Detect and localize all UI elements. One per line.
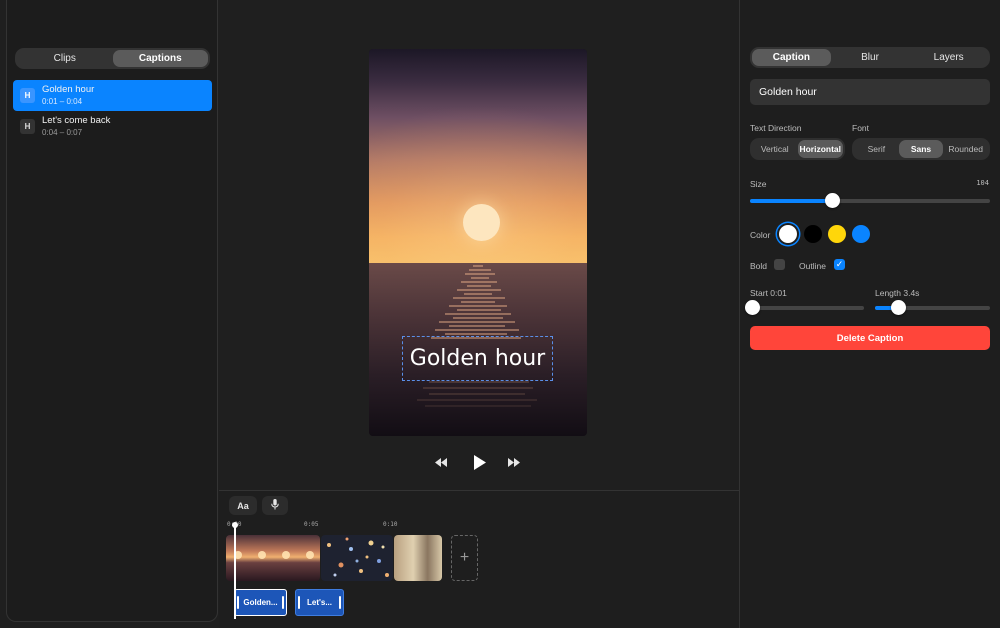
font-sans[interactable]: Sans [898,140,944,158]
playback-controls [219,453,739,471]
heading-icon: H [20,119,35,134]
color-swatch-black[interactable] [804,225,822,243]
outline-checkbox[interactable]: ✓ [834,259,845,270]
outline-label: Outline [799,261,826,271]
fast-forward-icon[interactable] [507,455,521,469]
caption-title: Let's come back [42,115,111,126]
playhead[interactable] [232,522,238,619]
inspector-panel: Caption Blur Layers Golden hour Text Dir… [739,0,1000,628]
bold-checkbox[interactable] [774,259,785,270]
length-slider[interactable] [875,300,990,315]
text-direction-label: Text Direction [750,123,802,133]
timeline-tick: 0:05 [304,521,319,528]
caption-list-item[interactable]: H Golden hour 0:01 – 0:04 [13,80,212,111]
trim-handle-left[interactable] [298,596,300,609]
left-tab-switcher: Clips Captions [15,48,210,69]
caption-title: Golden hour [42,84,95,95]
tab-caption[interactable]: Caption [752,49,831,66]
tab-captions[interactable]: Captions [112,50,208,67]
size-value: 104 [976,179,989,187]
preview-area: Golden hour [219,0,739,490]
video-preview[interactable]: Golden hour [369,49,587,436]
add-text-button[interactable]: Aa [229,496,257,515]
tab-layers[interactable]: Layers [909,49,988,66]
tab-blur[interactable]: Blur [831,49,910,66]
microphone-button[interactable] [262,496,288,515]
size-slider-knob[interactable] [825,193,840,208]
font-picker: Serif Sans Rounded [852,138,990,160]
direction-horizontal[interactable]: Horizontal [797,140,843,158]
color-swatch-yellow[interactable] [828,225,846,243]
font-label: Font [852,123,870,133]
add-clip-button[interactable]: + [451,535,478,581]
start-slider[interactable] [745,300,864,315]
length-slider-knob[interactable] [891,300,906,315]
text-direction-picker: Vertical Horizontal [750,138,845,160]
tab-clips[interactable]: Clips [17,50,113,67]
video-clip-sunset[interactable] [226,535,320,581]
caption-overlay-text: Golden hour [409,346,546,371]
trim-handle-right[interactable] [339,596,341,609]
checkmark-icon: ✓ [835,259,844,269]
caption-overlay[interactable]: Golden hour [402,336,553,381]
microphone-icon [271,499,279,512]
color-swatch-blue[interactable] [852,225,870,243]
caption-clip-label: Let's... [306,598,333,607]
timeline-tick: 0:10 [383,521,398,528]
color-label: Color [750,230,771,240]
font-serif[interactable]: Serif [854,140,899,158]
direction-vertical[interactable]: Vertical [752,140,798,158]
size-label: Size [750,179,767,189]
caption-time: 0:01 – 0:04 [42,97,83,106]
caption-clip-label: Golden... [243,598,278,607]
heading-icon: H [20,88,35,103]
font-rounded[interactable]: Rounded [943,140,988,158]
rewind-icon[interactable] [434,455,448,469]
caption-list-item[interactable]: H Let's come back 0:04 – 0:07 [13,111,212,142]
play-icon[interactable] [471,453,487,471]
plus-icon: + [459,549,470,566]
inspector-tab-switcher: Caption Blur Layers [750,47,990,68]
video-clip-bokeh[interactable] [321,535,393,581]
size-slider-fill [750,199,833,203]
sun [463,204,500,241]
timeline: Aa 0:00 0:05 0:10 + Golden... Let's... [219,490,739,628]
video-clip-blur[interactable] [394,535,442,581]
start-label: Start 0:01 [750,288,787,298]
left-panel: Clips Captions H Golden hour 0:01 – 0:04… [6,0,218,622]
size-slider[interactable] [750,193,990,208]
trim-handle-right[interactable] [282,596,284,609]
delete-caption-button[interactable]: Delete Caption [750,326,990,350]
trim-handle-left[interactable] [237,596,239,609]
caption-text-field[interactable]: Golden hour [750,79,990,105]
caption-time: 0:04 – 0:07 [42,128,83,137]
bold-label: Bold [750,261,768,271]
color-swatch-white[interactable] [779,225,797,243]
start-slider-knob[interactable] [745,300,760,315]
caption-clip[interactable]: Golden... [234,589,287,616]
length-label: Length 3.4s [875,288,920,298]
caption-clip[interactable]: Let's... [295,589,344,616]
